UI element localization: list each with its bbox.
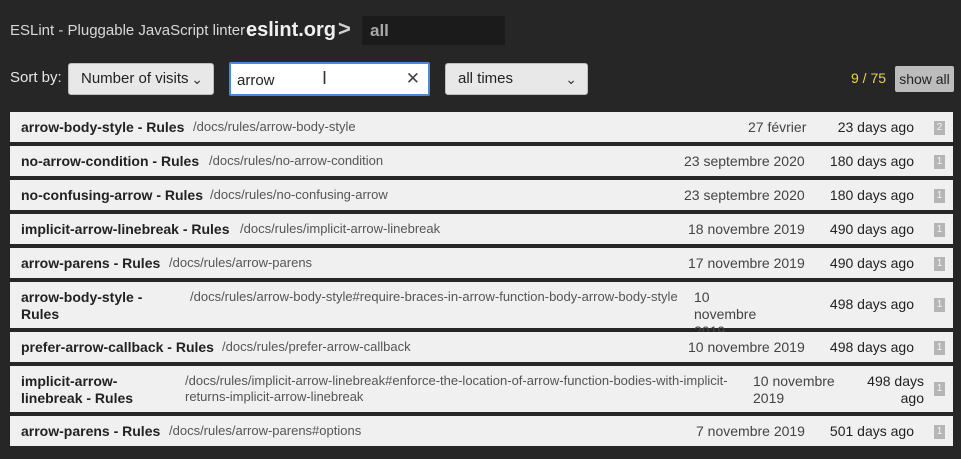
visit-count-badge: 1	[934, 155, 945, 169]
list-item[interactable]: arrow-parens - Rules /docs/rules/arrow-p…	[10, 416, 953, 446]
item-url: /docs/rules/implicit-arrow-linebreak#enf…	[185, 373, 728, 404]
item-date: 7 novembre 2019	[696, 423, 805, 439]
item-title[interactable]: no-arrow-condition - Rules	[21, 153, 199, 170]
item-ago: 23 days ago	[837, 119, 914, 135]
domain-link[interactable]: eslint.org	[246, 19, 336, 42]
item-date: 10 novembre 2019	[688, 339, 805, 355]
item-date: 27 février	[748, 119, 807, 135]
visit-count-badge: 1	[934, 189, 945, 203]
item-url: /docs/rules/arrow-body-style#require-bra…	[190, 289, 678, 304]
item-date: 18 novembre 2019	[688, 221, 805, 237]
item-url: /docs/rules/no-confusing-arrow	[210, 187, 388, 202]
item-date: 17 novembre 2019	[688, 255, 805, 271]
list-item[interactable]: arrow-parens - Rules /docs/rules/arrow-p…	[10, 248, 953, 278]
item-title[interactable]: implicit-arrow-linebreak - Rules	[21, 373, 151, 407]
item-ago: 498 days ago	[829, 296, 914, 312]
list-item[interactable]: implicit-arrow-linebreak - Rules /docs/r…	[10, 366, 953, 412]
item-title[interactable]: implicit-arrow-linebreak - Rules	[21, 221, 230, 238]
item-title[interactable]: arrow-parens - Rules	[21, 423, 160, 440]
visit-count-badge: 1	[934, 257, 945, 271]
header-bar: ESLint - Pluggable JavaScript linter - e…	[0, 0, 961, 62]
item-date: 23 septembre 2020	[684, 187, 805, 203]
text-cursor-icon: I	[322, 68, 328, 88]
show-all-button[interactable]: show all	[895, 66, 954, 92]
item-url: /docs/rules/arrow-parens#options	[169, 423, 362, 438]
chevron-right-icon: >	[338, 16, 351, 41]
path-filter-field[interactable]: all	[362, 16, 505, 45]
sort-select-value: Number of visits	[81, 70, 189, 87]
item-ago: 490 days ago	[829, 255, 914, 271]
item-title[interactable]: arrow-body-style - Rules	[21, 119, 184, 136]
list-item[interactable]: implicit-arrow-linebreak - Rules /docs/r…	[10, 214, 953, 244]
item-url: /docs/rules/arrow-parens	[169, 255, 313, 270]
time-range-value: all times	[458, 70, 514, 87]
time-range-select[interactable]: all times ⌄	[445, 63, 588, 95]
item-date: 23 septembre 2020	[684, 153, 805, 169]
visit-count-badge: 1	[934, 223, 945, 237]
item-url: /docs/rules/prefer-arrow-callback	[222, 339, 411, 354]
visit-count-badge: 2	[934, 121, 945, 135]
search-input[interactable]	[237, 70, 387, 90]
visit-count-badge: 1	[934, 298, 945, 312]
item-ago: 180 days ago	[829, 187, 914, 203]
item-url: /docs/rules/arrow-body-style	[193, 119, 356, 134]
item-ago: 501 days ago	[829, 423, 914, 439]
list-item[interactable]: arrow-body-style - Rules /docs/rules/arr…	[10, 282, 953, 339]
item-ago: 498 days ago	[829, 339, 914, 355]
sort-label: Sort by:	[10, 69, 62, 86]
item-url: /docs/rules/implicit-arrow-linebreak	[240, 221, 441, 236]
chevron-down-icon: ⌄	[565, 71, 577, 87]
result-count: 9 / 75	[851, 70, 887, 86]
list-item[interactable]: no-confusing-arrow - Rules /docs/rules/n…	[10, 180, 953, 210]
item-ago: 180 days ago	[829, 153, 914, 169]
sort-select[interactable]: Number of visits ⌄	[68, 63, 214, 95]
item-url: /docs/rules/no-arrow-condition	[209, 153, 384, 168]
search-field[interactable]: I ✕	[229, 62, 430, 96]
chevron-down-icon: ⌄	[191, 71, 203, 87]
site-name: ESLint - Pluggable JavaScript linter -	[10, 22, 255, 39]
item-date: 10 novembre 2019	[753, 373, 835, 406]
list-item[interactable]: prefer-arrow-callback - Rules /docs/rule…	[10, 332, 953, 362]
list-item[interactable]: no-arrow-condition - Rules /docs/rules/n…	[10, 146, 953, 176]
clear-search-icon[interactable]: ✕	[406, 69, 420, 89]
list-item[interactable]: arrow-body-style - Rules /docs/rules/arr…	[10, 112, 953, 142]
visit-count-badge: 1	[934, 382, 945, 396]
visit-count-badge: 1	[934, 341, 945, 355]
item-title[interactable]: prefer-arrow-callback - Rules	[21, 339, 214, 356]
item-ago: 490 days ago	[829, 221, 914, 237]
item-title[interactable]: arrow-body-style - Rules	[21, 289, 171, 323]
item-title[interactable]: arrow-parens - Rules	[21, 255, 160, 272]
item-ago: 498 days ago	[867, 373, 924, 406]
item-title[interactable]: no-confusing-arrow - Rules	[21, 187, 203, 204]
visit-count-badge: 1	[934, 425, 945, 439]
